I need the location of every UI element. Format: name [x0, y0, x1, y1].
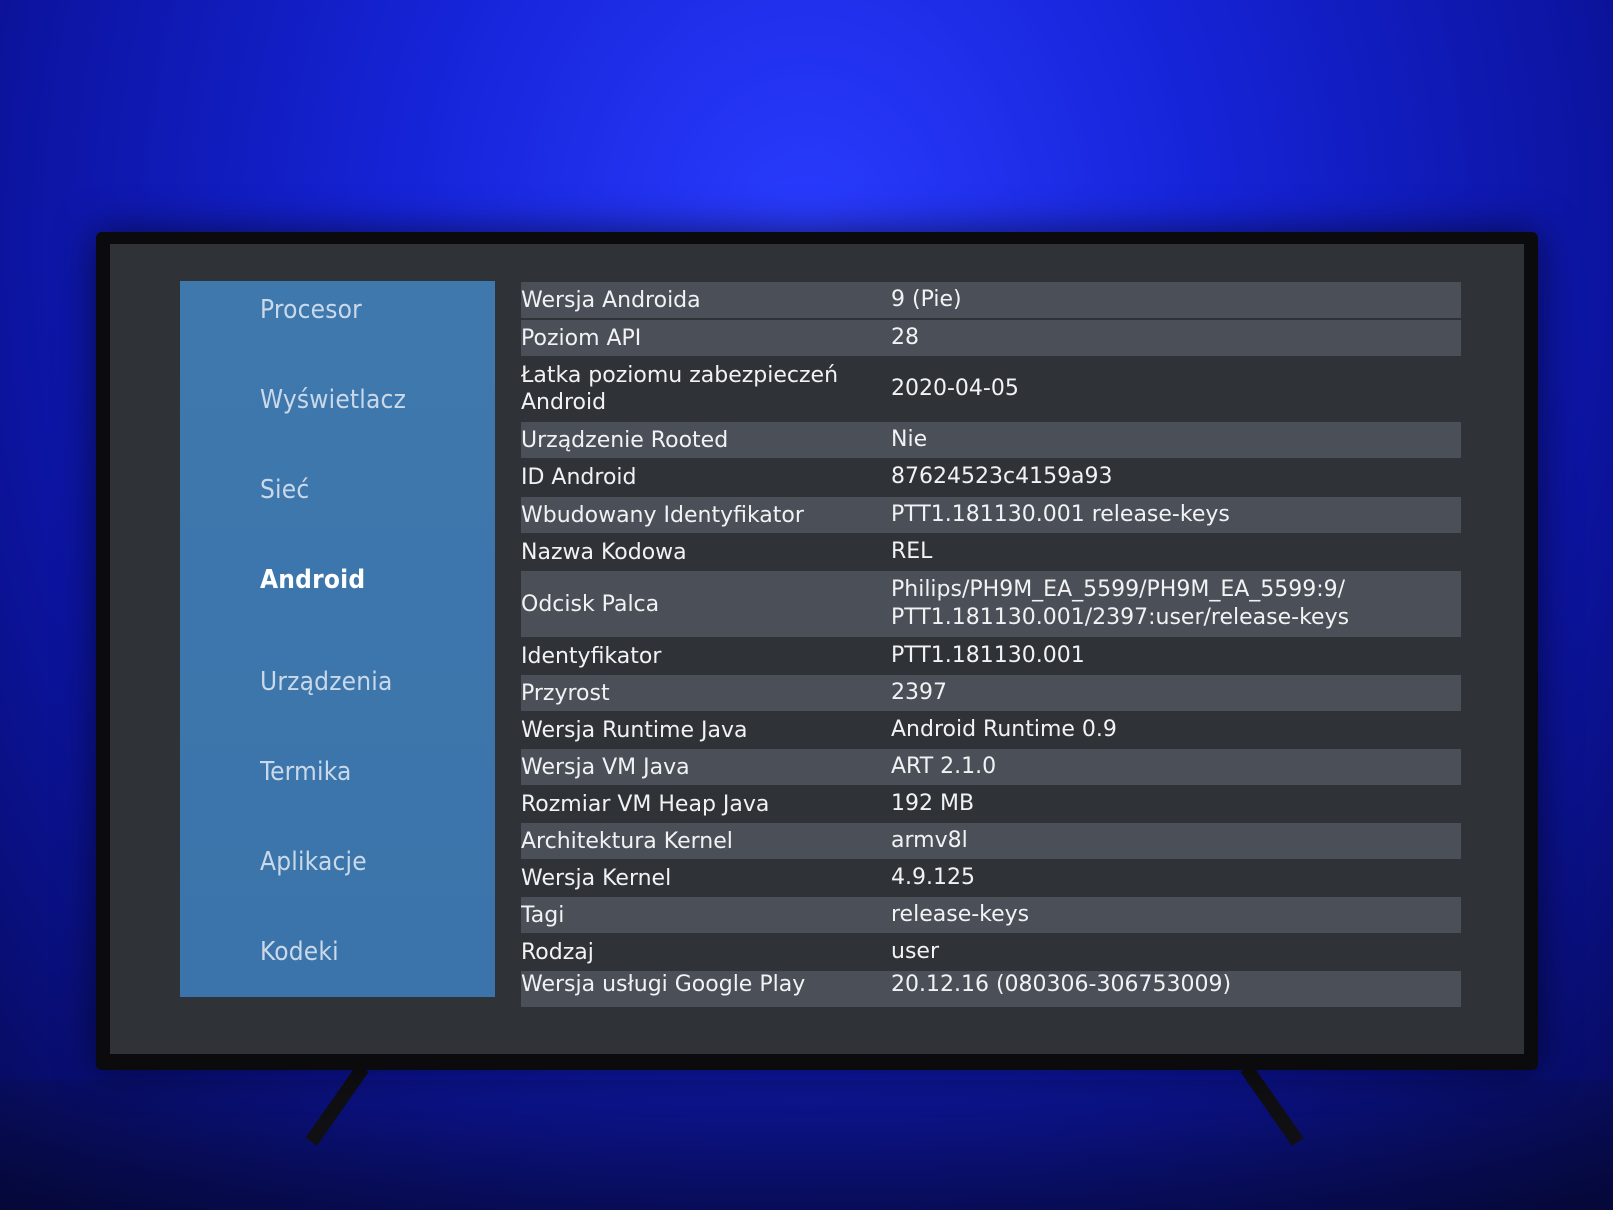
- table-reflection: [0, 1080, 1613, 1210]
- row-label: Rozmiar VM Heap Java: [521, 791, 770, 817]
- row-value: PTT1.181130.001: [891, 643, 1085, 668]
- table-row: Nazwa Kodowa REL: [521, 534, 1461, 570]
- sidebar-item-aplikacje[interactable]: Aplikacje: [260, 847, 367, 877]
- row-value: Nie: [891, 427, 928, 452]
- row-value: release-keys: [891, 902, 1030, 927]
- row-label: Odcisk Palca: [521, 591, 660, 617]
- table-row: Identyfikator PTT1.181130.001: [521, 638, 1461, 674]
- row-label: Wersja Androida: [521, 287, 701, 313]
- row-label: Rodzaj: [521, 939, 594, 965]
- row-label: Wersja VM Java: [521, 754, 690, 780]
- table-row: Rozmiar VM Heap Java 192 MB: [521, 786, 1461, 822]
- row-label: Wersja usługi Google Play: [521, 972, 806, 997]
- row-value: 2020-04-05: [891, 376, 1019, 401]
- row-label: Łatka poziomu zabezpieczeń Android: [521, 363, 839, 415]
- row-label: Tagi: [521, 902, 565, 928]
- sidebar: Procesor Wyświetlacz Sieć Android Urządz…: [180, 281, 495, 997]
- table-row: Rodzaj user: [521, 934, 1461, 970]
- row-value: Android Runtime 0.9: [891, 717, 1117, 742]
- row-value: 9 (Pie): [891, 287, 962, 312]
- row-label: Przyrost: [521, 680, 610, 706]
- row-value: 2397: [891, 680, 947, 705]
- row-value: user: [891, 939, 939, 964]
- row-label: Identyfikator: [521, 643, 662, 669]
- sidebar-item-kodeki[interactable]: Kodeki: [260, 937, 339, 967]
- table-row: Łatka poziomu zabezpieczeń Android 2020-…: [521, 358, 1461, 420]
- table-row: Architektura Kernel armv8l: [521, 823, 1461, 859]
- row-value: armv8l: [891, 828, 968, 853]
- sidebar-item-android[interactable]: Android: [260, 565, 365, 595]
- row-label: Nazwa Kodowa: [521, 539, 687, 565]
- sidebar-item-wyswietlacz[interactable]: Wyświetlacz: [260, 385, 406, 415]
- row-value: 20.12.16 (080306-306753009): [891, 972, 1232, 997]
- android-info-table[interactable]: Wersja Androida 9 (Pie) Poziom API 28 Ła…: [521, 282, 1461, 1012]
- row-value: 28: [891, 325, 919, 350]
- table-row: Wersja Kernel 4.9.125: [521, 860, 1461, 896]
- sidebar-item-termika[interactable]: Termika: [260, 757, 352, 787]
- row-label: Wbudowany Identyfikator: [521, 502, 804, 528]
- table-row: Wersja usługi Google Play 20.12.16 (0803…: [521, 971, 1461, 1007]
- table-row: Tagi release-keys: [521, 897, 1461, 933]
- tv-frame: Procesor Wyświetlacz Sieć Android Urządz…: [96, 232, 1538, 1070]
- row-label: Wersja Runtime Java: [521, 717, 748, 743]
- sidebar-item-urzadzenia[interactable]: Urządzenia: [260, 667, 393, 697]
- row-label: Urządzenie Rooted: [521, 427, 729, 453]
- row-value: 4.9.125: [891, 865, 975, 890]
- row-value: ART 2.1.0: [891, 754, 997, 779]
- table-row: Wersja VM Java ART 2.1.0: [521, 749, 1461, 785]
- table-row: Wersja Androida 9 (Pie): [521, 282, 1461, 318]
- row-value: 87624523c4159a93: [891, 464, 1113, 489]
- table-row: Odcisk Palca Philips/PH9M_EA_5599/PH9M_E…: [521, 571, 1461, 637]
- table-row: Poziom API 28: [521, 320, 1461, 356]
- table-row: ID Android 87624523c4159a93: [521, 459, 1461, 495]
- sidebar-item-siec[interactable]: Sieć: [260, 475, 309, 505]
- row-value: REL: [891, 539, 933, 564]
- row-value: 192 MB: [891, 791, 975, 816]
- row-value: PTT1.181130.001 release-keys: [891, 502, 1230, 527]
- table-row: Urządzenie Rooted Nie: [521, 422, 1461, 458]
- table-row: Przyrost 2397: [521, 675, 1461, 711]
- row-label: ID Android: [521, 464, 637, 490]
- row-label: Poziom API: [521, 325, 642, 351]
- row-value: Philips/PH9M_EA_5599/PH9M_EA_5599:9/ PTT…: [891, 577, 1350, 630]
- row-label: Wersja Kernel: [521, 865, 672, 891]
- row-label: Architektura Kernel: [521, 828, 733, 854]
- table-row: Wersja Runtime Java Android Runtime 0.9: [521, 712, 1461, 748]
- sidebar-item-procesor[interactable]: Procesor: [260, 295, 362, 325]
- table-row: Wbudowany Identyfikator PTT1.181130.001 …: [521, 497, 1461, 533]
- tv-screen: Procesor Wyświetlacz Sieć Android Urządz…: [110, 244, 1524, 1054]
